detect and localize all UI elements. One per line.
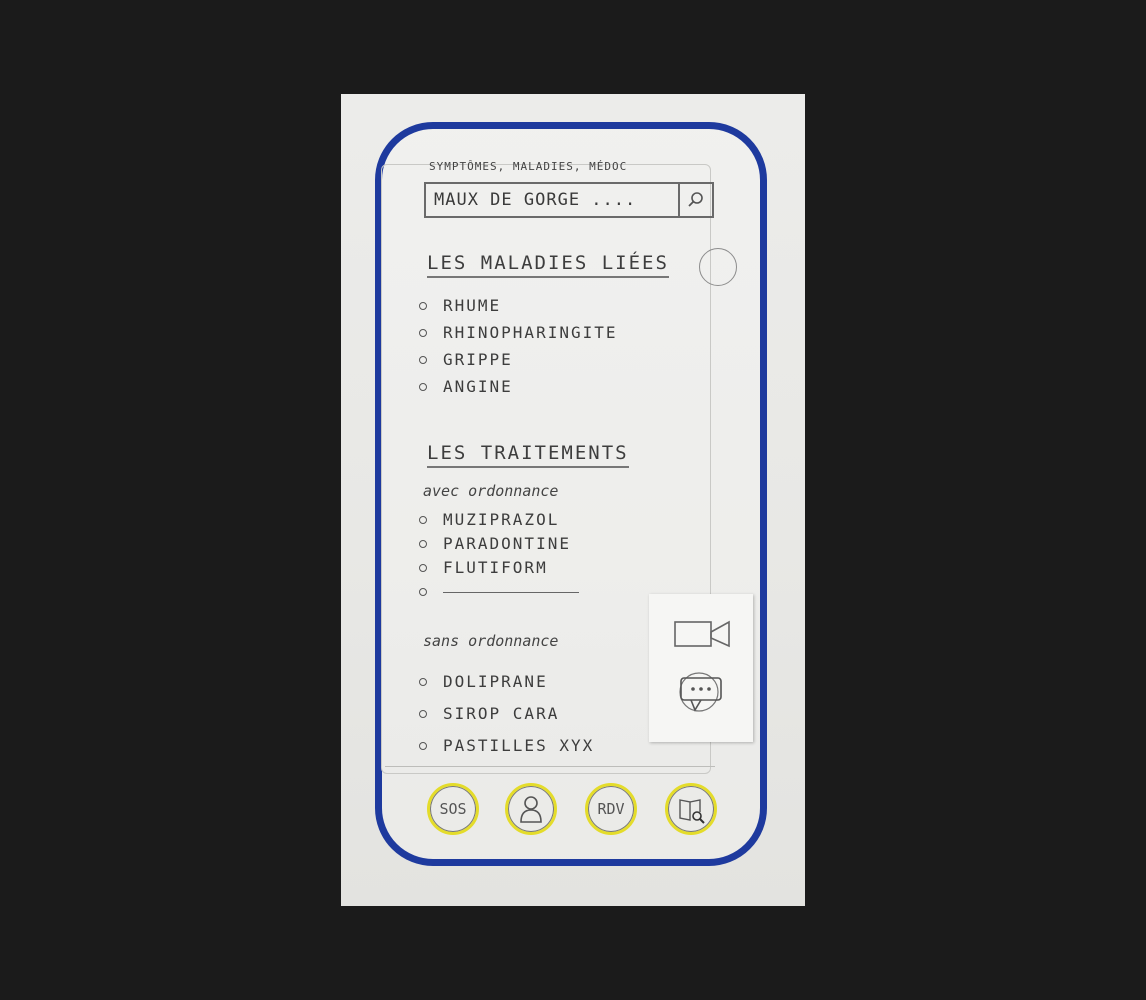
- book-search-button[interactable]: [665, 783, 717, 835]
- video-camera-icon: [674, 620, 730, 648]
- disease-item-label: GRIPPE: [443, 350, 513, 369]
- treatment-item-label: PASTILLES XYX: [443, 736, 595, 755]
- paper-sketch: SYMPTÔMES, MALADIES, MÉDOC LES MALADIES …: [341, 94, 805, 906]
- treatment-item-label: FLUTIFORM: [443, 558, 548, 577]
- with-prescription-label: avec ordonnance: [423, 482, 559, 500]
- treatment-item-label: DOLIPRANE: [443, 672, 548, 691]
- treatment-item[interactable]: SIROP CARA: [415, 698, 594, 730]
- related-diseases-title: LES MALADIES LIÉES: [427, 252, 669, 278]
- video-call-button[interactable]: [669, 608, 733, 658]
- disease-item-label: ANGINE: [443, 377, 513, 396]
- menu-button[interactable]: [699, 248, 737, 286]
- chat-button[interactable]: [669, 668, 733, 718]
- book-search-icon: [679, 799, 705, 824]
- disease-item-label: RHINOPHARINGITE: [443, 323, 618, 342]
- rdv-button[interactable]: RDV: [585, 783, 637, 835]
- treatment-item[interactable]: DOLIPRANE: [415, 666, 594, 698]
- without-prescription-list: DOLIPRANE SIROP CARA PASTILLES XYX: [415, 666, 594, 762]
- floating-actions: [649, 594, 753, 742]
- profile-icon: [520, 796, 542, 823]
- disease-item[interactable]: ANGINE: [415, 373, 618, 400]
- search-icon: [688, 192, 703, 207]
- search-bar: [424, 182, 714, 218]
- disease-item[interactable]: GRIPPE: [415, 346, 618, 373]
- diseases-list: RHUME RHINOPHARINGITE GRIPPE ANGINE: [415, 292, 618, 400]
- search-input[interactable]: [426, 184, 678, 216]
- disease-item-label: RHUME: [443, 296, 502, 315]
- treatment-item-placeholder: [415, 580, 579, 604]
- without-prescription-label: sans ordonnance: [423, 632, 559, 650]
- search-button[interactable]: [678, 184, 712, 216]
- sos-label: SOS: [439, 800, 467, 818]
- treatment-item[interactable]: PARADONTINE: [415, 532, 579, 556]
- treatment-item-label: PARADONTINE: [443, 534, 571, 553]
- with-prescription-list: MUZIPRAZOL PARADONTINE FLUTIFORM: [415, 508, 579, 604]
- sos-button[interactable]: SOS: [427, 783, 479, 835]
- treatment-item[interactable]: MUZIPRAZOL: [415, 508, 579, 532]
- treatments-title: LES TRAITEMENTS: [427, 442, 629, 468]
- bottom-tab-bar: SOS RDV: [385, 766, 717, 853]
- search-label: SYMPTÔMES, MALADIES, MÉDOC: [429, 160, 628, 173]
- rdv-label: RDV: [597, 800, 625, 818]
- treatment-item-label: MUZIPRAZOL: [443, 510, 560, 529]
- treatment-item[interactable]: FLUTIFORM: [415, 556, 579, 580]
- treatment-item-label: SIROP CARA: [443, 704, 560, 723]
- profile-button[interactable]: [505, 783, 557, 835]
- disease-item[interactable]: RHINOPHARINGITE: [415, 319, 618, 346]
- chat-icon: [679, 672, 722, 712]
- treatment-item[interactable]: PASTILLES XYX: [415, 730, 594, 762]
- disease-item[interactable]: RHUME: [415, 292, 618, 319]
